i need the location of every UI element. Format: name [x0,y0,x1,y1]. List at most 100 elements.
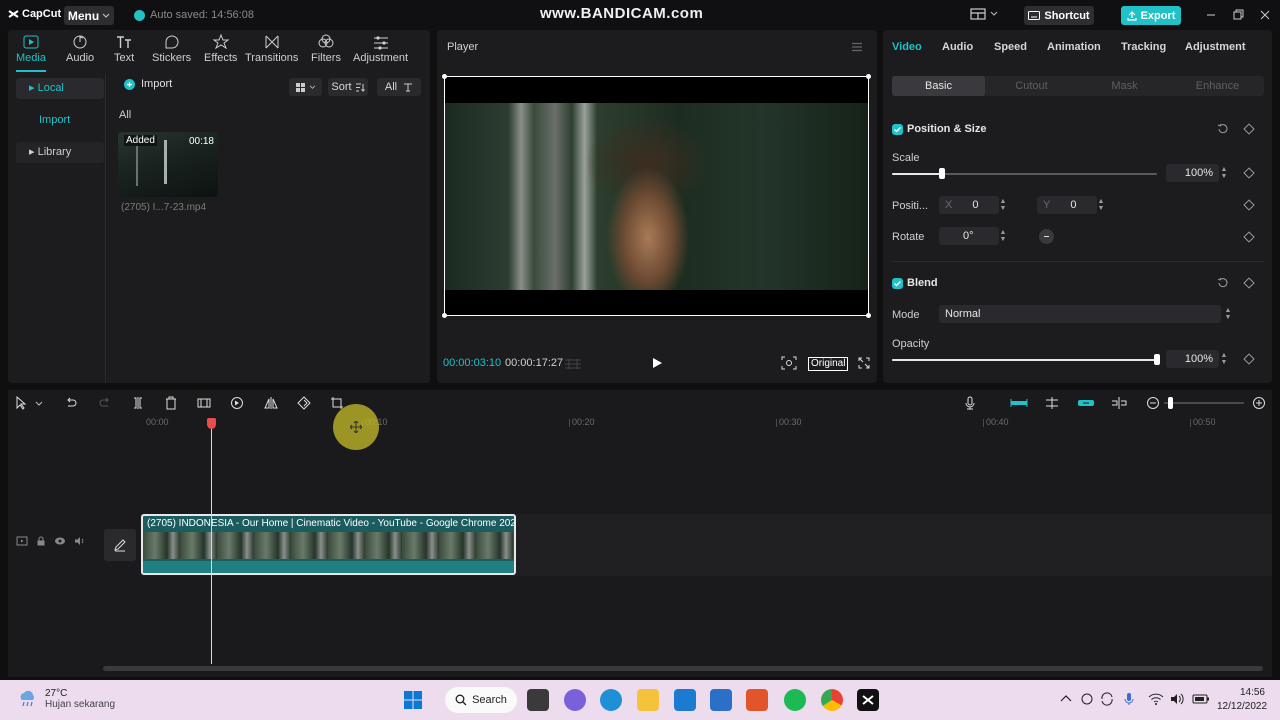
freeze-frame-icon[interactable] [197,396,211,410]
resize-handle[interactable] [866,313,871,318]
resize-handle[interactable] [442,313,447,318]
reset-icon[interactable] [1217,277,1229,289]
filter-button[interactable]: All [377,78,421,96]
store-icon[interactable] [710,689,732,711]
wifi-icon[interactable] [1148,693,1164,705]
eye-icon[interactable] [54,536,66,546]
checkbox-checked-icon[interactable] [892,123,903,135]
subtab-basic[interactable]: Basic [892,76,985,96]
sidebar-item-library[interactable]: ▸ Library [16,142,104,163]
spotify-icon[interactable] [784,689,806,711]
delete-icon[interactable] [164,396,178,410]
zoom-out-icon[interactable] [1146,396,1160,410]
position-y-stepper[interactable]: ▲ ▼ [1096,196,1106,214]
keyframe-icon[interactable] [1243,231,1255,243]
rotate-dial[interactable] [1039,229,1054,244]
capcut-taskbar-icon[interactable] [857,689,879,711]
layout-button[interactable] [970,8,998,20]
scale-input[interactable]: 100% [1166,164,1219,182]
rotate-input[interactable]: 0° [939,227,999,245]
position-size-section[interactable]: Position & Size [892,123,986,135]
chrome-icon[interactable] [821,689,843,711]
redo-icon[interactable] [98,396,112,410]
tab-filters[interactable]: Filters [311,34,341,64]
tab-text[interactable]: Text [114,34,134,64]
linkage-icon[interactable] [1077,396,1095,410]
opacity-slider[interactable] [892,354,1160,365]
tab-adjustment[interactable]: Adjustment [353,34,408,64]
fullscreen-icon[interactable] [858,357,870,369]
reverse-icon[interactable] [230,396,244,410]
volume-icon[interactable] [1170,693,1184,705]
zoom-slider-handle[interactable] [1168,397,1173,409]
fit-screen-icon[interactable] [781,356,797,370]
subtab-enhance[interactable]: Enhance [1171,76,1264,96]
scale-stepper[interactable]: ▲ ▼ [1219,164,1229,182]
keyframe-icon[interactable] [1243,277,1255,289]
opacity-stepper[interactable]: ▲ ▼ [1219,350,1229,368]
mail-icon[interactable] [674,689,696,711]
keyframe-icon[interactable] [1243,199,1255,211]
rotate-icon[interactable] [297,396,311,410]
export-button[interactable]: Export [1121,6,1181,25]
resize-handle[interactable] [442,74,447,79]
preview-axis-icon[interactable] [1111,396,1127,410]
sort-button[interactable]: Sort [328,78,368,96]
tray-microphone-icon[interactable] [1124,692,1134,706]
tab-transitions[interactable]: Transitions [245,34,298,64]
import-button[interactable]: Import [124,78,172,90]
hamburger-icon[interactable] [851,42,863,52]
cover-icon[interactable] [16,536,28,546]
microphone-icon[interactable] [963,396,977,410]
video-clip[interactable]: (2705) INDONESIA - Our Home | Cinematic … [141,514,516,575]
tray-app-icon[interactable] [1080,692,1094,706]
timeline-scrollbar[interactable] [103,666,1263,671]
speaker-icon[interactable] [74,536,86,546]
cover-edit-button[interactable] [104,529,136,561]
menu-button[interactable]: Menu [64,6,114,25]
main-track-magnet-icon[interactable] [1010,396,1028,410]
undo-icon[interactable] [64,396,78,410]
resize-handle[interactable] [866,74,871,79]
weather-widget[interactable]: 27°C Hujan sekarang [17,688,115,710]
tab-animation[interactable]: Animation [1047,41,1101,53]
tab-media[interactable]: Media [16,34,46,64]
keyframe-icon[interactable] [1243,167,1255,179]
split-icon[interactable] [131,396,145,410]
checkbox-checked-icon[interactable] [892,277,903,289]
restore-icon[interactable] [1231,8,1245,22]
chevron-down-icon[interactable] [35,396,43,410]
playhead-line[interactable] [211,418,212,664]
shortcut-button[interactable]: Shortcut [1024,6,1094,25]
tab-tracking[interactable]: Tracking [1121,41,1166,53]
chat-icon[interactable] [564,689,586,711]
play-icon[interactable] [651,357,663,369]
playhead-handle[interactable] [207,418,216,429]
reset-icon[interactable] [1217,123,1229,135]
tray-chevron-up-icon[interactable] [1060,694,1072,704]
blend-mode-select[interactable]: Normal [939,305,1221,323]
view-mode-button[interactable] [289,78,322,96]
battery-icon[interactable] [1192,694,1210,704]
preview-canvas[interactable] [442,74,871,318]
lock-icon[interactable] [36,536,46,546]
position-x-input[interactable]: X 0 [939,196,999,214]
tab-adjustment[interactable]: Adjustment [1185,41,1246,53]
close-icon[interactable] [1258,8,1272,22]
keyframe-icon[interactable] [1243,123,1255,135]
tab-effects[interactable]: Effects [204,34,237,64]
clock-time[interactable]: 14:56 [1217,687,1265,698]
position-y-input[interactable]: Y 0 [1037,196,1097,214]
minimize-icon[interactable] [1204,8,1218,22]
sidebar-item-local[interactable]: ▸ Local [16,78,104,99]
mirror-icon[interactable] [264,396,278,410]
file-explorer-icon[interactable] [637,689,659,711]
scale-slider[interactable] [892,168,1157,179]
scale-slider-handle[interactable] [939,168,946,179]
edge-icon[interactable] [600,689,622,711]
tab-speed[interactable]: Speed [994,41,1027,53]
blend-mode-arrows[interactable]: ▲ ▼ [1223,305,1233,323]
sync-icon[interactable] [1100,692,1114,706]
tab-video[interactable]: Video [892,41,922,53]
taskbar-search[interactable]: Search [445,687,517,713]
